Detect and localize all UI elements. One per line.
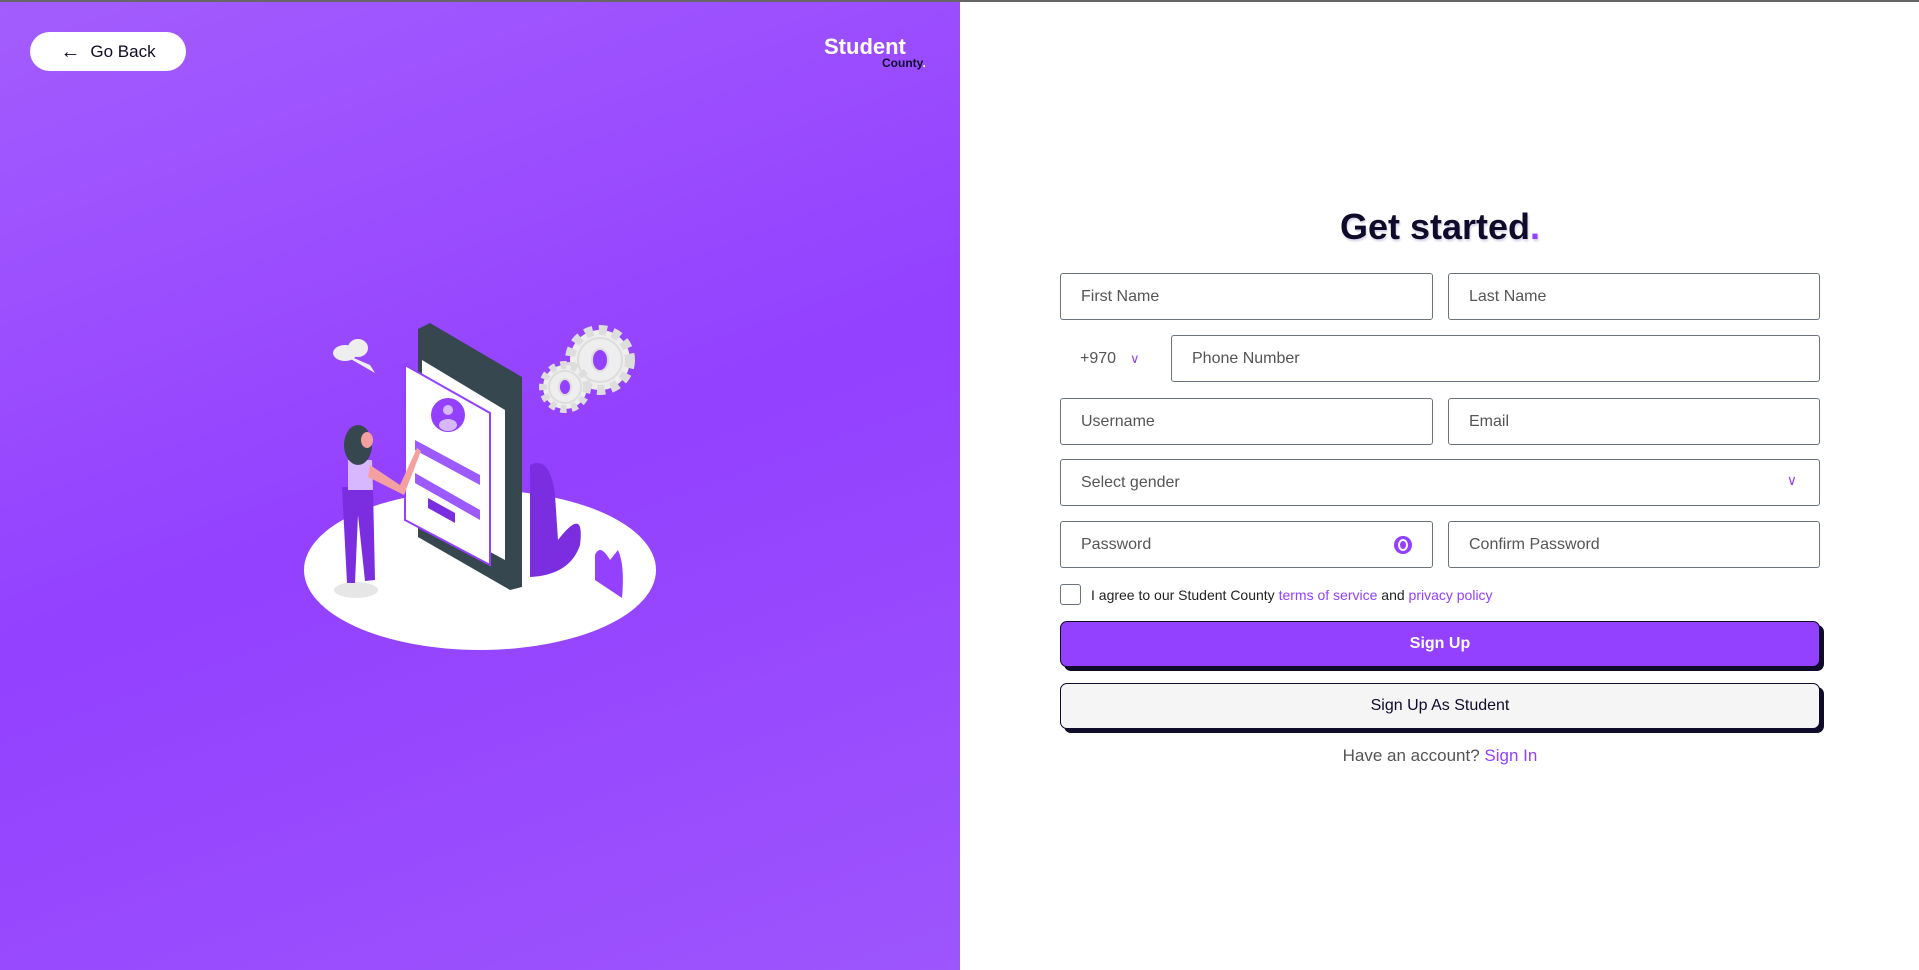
- go-back-label: Go Back: [90, 41, 156, 61]
- signup-illustration: [304, 323, 656, 650]
- chevron-down-icon: ∨: [1786, 472, 1797, 488]
- sign-up-button[interactable]: Sign Up: [1060, 621, 1820, 667]
- first-name-placeholder: First Name: [1081, 287, 1160, 305]
- confirm-password-placeholder: Confirm Password: [1469, 535, 1600, 553]
- password-placeholder: Password: [1081, 535, 1152, 553]
- username-input[interactable]: Username: [1060, 398, 1433, 445]
- gender-placeholder: Select gender: [1081, 473, 1180, 491]
- cloud-icon: [333, 339, 375, 373]
- go-back-button[interactable]: ← Go Back: [30, 32, 186, 71]
- phone-number-input[interactable]: Phone Number: [1171, 335, 1820, 382]
- terms-link[interactable]: terms of service: [1279, 587, 1378, 603]
- confirm-password-input[interactable]: Confirm Password: [1448, 521, 1820, 568]
- illustration-panel: ← Go Back Student County.: [0, 0, 960, 970]
- arrow-left-icon: ←: [60, 40, 81, 63]
- phone-placeholder: Phone Number: [1192, 349, 1300, 367]
- agree-text: I agree to our Student County terms of s…: [1091, 586, 1493, 603]
- eye-icon[interactable]: [1394, 536, 1412, 554]
- gear-icon: [539, 325, 635, 413]
- window-top-border: [0, 0, 1919, 2]
- terms-agreement: I agree to our Student County terms of s…: [1060, 584, 1493, 605]
- agree-checkbox[interactable]: [1060, 584, 1081, 605]
- email-input[interactable]: Email: [1448, 398, 1820, 445]
- password-input[interactable]: Password: [1060, 521, 1433, 568]
- username-placeholder: Username: [1081, 412, 1155, 430]
- logo[interactable]: Student County.: [824, 34, 934, 74]
- logo-line2: County.: [882, 56, 926, 70]
- last-name-input[interactable]: Last Name: [1448, 273, 1820, 320]
- first-name-input[interactable]: First Name: [1060, 273, 1433, 320]
- sign-in-link[interactable]: Sign In: [1484, 746, 1537, 765]
- chevron-down-icon: ∨: [1130, 350, 1140, 366]
- last-name-placeholder: Last Name: [1469, 287, 1547, 305]
- sign-up-as-student-button[interactable]: Sign Up As Student: [1060, 683, 1820, 729]
- privacy-link[interactable]: privacy policy: [1409, 587, 1493, 603]
- country-code-value: +970: [1080, 349, 1117, 367]
- email-placeholder: Email: [1469, 412, 1510, 430]
- have-account-text: Have an account? Sign In: [1342, 746, 1538, 765]
- page-title: Get started.: [1339, 206, 1541, 247]
- country-code-select[interactable]: +970 ∨: [1060, 335, 1165, 382]
- gender-select[interactable]: Select gender ∨: [1060, 459, 1820, 506]
